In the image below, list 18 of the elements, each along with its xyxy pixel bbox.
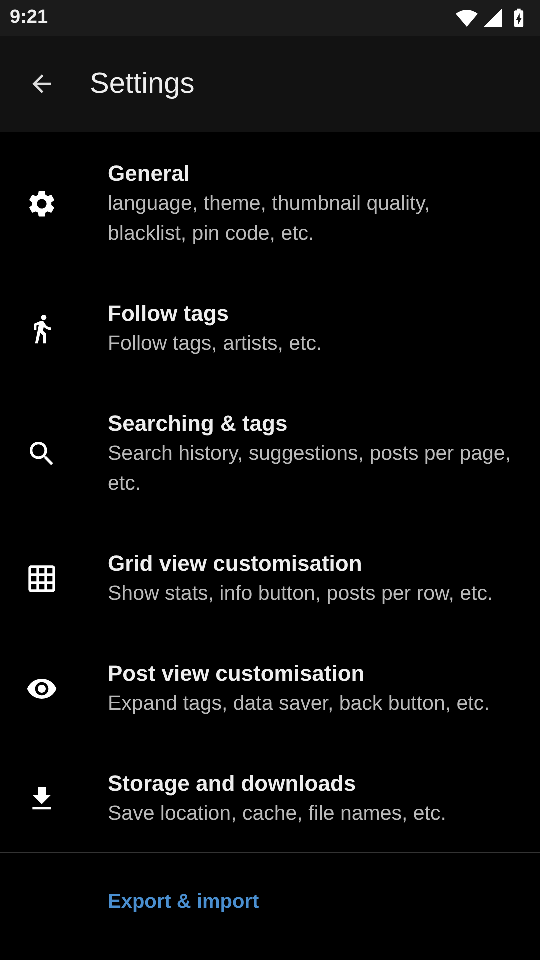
toolbar-title: Settings — [90, 68, 195, 100]
signal-icon — [482, 7, 504, 29]
item-title[interactable]: Post view customisation — [108, 659, 512, 689]
item-subtitle: Follow tags, artists, etc. — [108, 331, 324, 357]
item-subtitle: language, theme, thumbnail quality, blacklist, pin code, etc. — [108, 191, 432, 247]
item-title[interactable]: General — [108, 159, 512, 189]
item-subtitle: Show stats, info button, posts per row, etc. — [108, 581, 494, 607]
wifi-icon — [456, 9, 478, 27]
item-title[interactable]: Follow tags — [108, 299, 512, 329]
export-import-link[interactable]: Export & import — [108, 891, 260, 914]
item-subtitle: Search history, suggestions, posts per page, etc. — [108, 441, 512, 497]
item-title[interactable]: Searching & tags — [108, 409, 512, 439]
item-subtitle: Save location, cache, file names, etc. — [108, 801, 448, 827]
item-title[interactable]: Storage and downloads — [108, 769, 512, 799]
item-subtitle: Expand tags, data saver, back button, etc. — [108, 691, 491, 717]
status-time: 9:21 — [10, 7, 48, 29]
item-title[interactable]: Grid view customisation — [108, 549, 512, 579]
grid-icon — [26, 563, 58, 595]
